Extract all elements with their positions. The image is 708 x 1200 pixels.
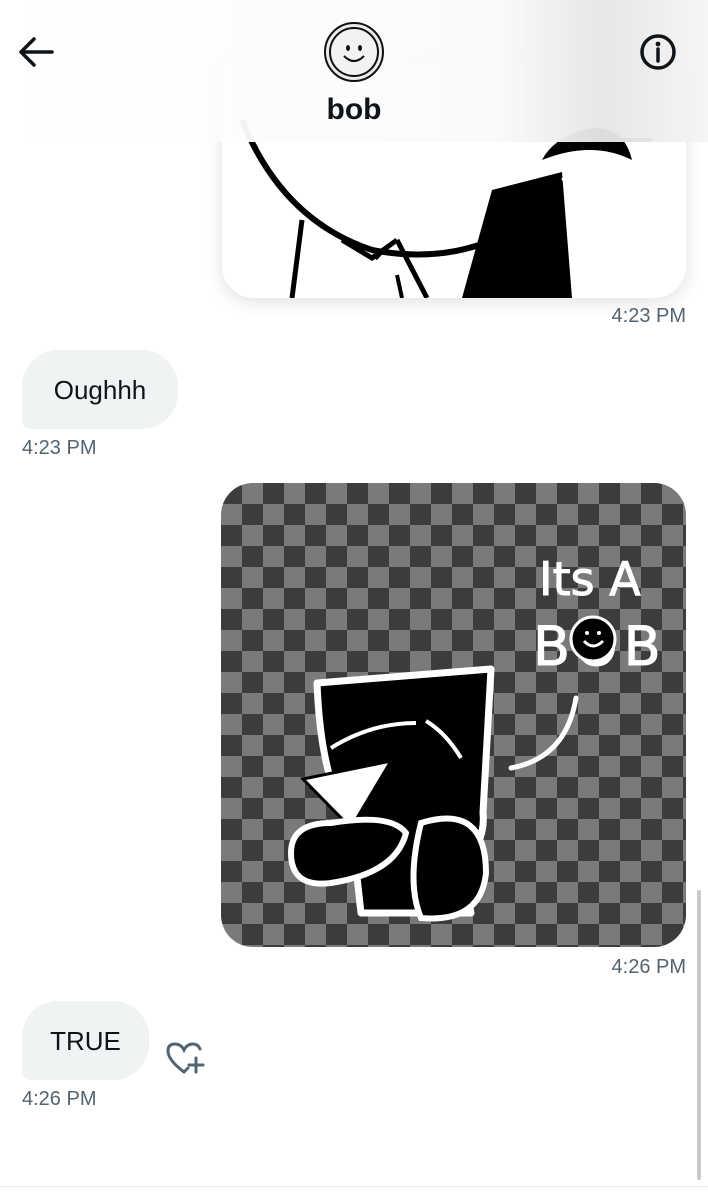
heart-plus-icon[interactable] bbox=[164, 1040, 206, 1076]
divider bbox=[0, 1186, 708, 1187]
message-timestamp: 4:26 PM bbox=[22, 1088, 97, 1110]
info-icon[interactable] bbox=[636, 30, 680, 74]
message-text: Oughhh bbox=[53, 374, 147, 405]
scrollbar[interactable] bbox=[697, 890, 701, 1180]
conversation-header: bob bbox=[0, 0, 708, 142]
message-bubble[interactable]: Oughhh bbox=[22, 350, 178, 429]
message-timestamp: 4:23 PM bbox=[22, 437, 97, 459]
message-timestamp: 4:26 PM bbox=[611, 956, 686, 978]
contact-name[interactable]: bob bbox=[254, 92, 454, 128]
image-caption-line1: Its A bbox=[539, 552, 641, 606]
message-text: TRUE bbox=[50, 1025, 121, 1056]
arrow-left-icon[interactable] bbox=[16, 32, 58, 72]
message-timestamp: 4:23 PM bbox=[611, 305, 686, 327]
message-image-2[interactable]: Its A BOB bbox=[221, 483, 686, 947]
message-bubble[interactable]: TRUE bbox=[22, 1001, 149, 1080]
avatar[interactable] bbox=[324, 22, 384, 82]
